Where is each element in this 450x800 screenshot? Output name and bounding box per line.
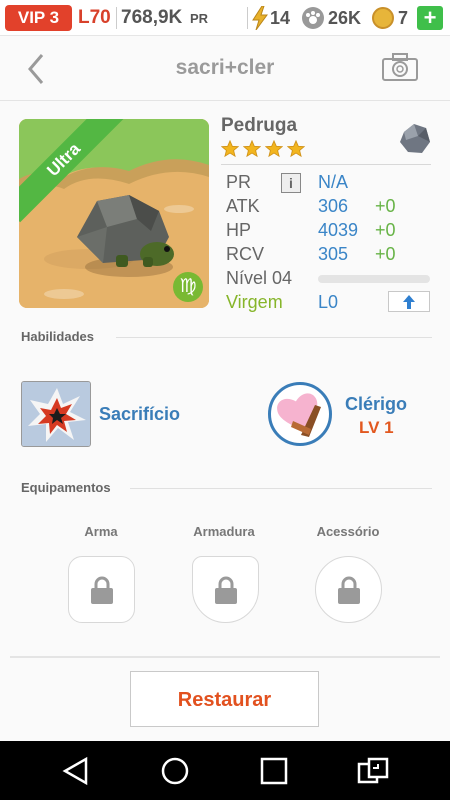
- switch-app-icon[interactable]: [356, 756, 390, 786]
- stat-atk-bonus: +0: [375, 196, 396, 216]
- divider: [130, 488, 432, 489]
- coin-icon: [372, 7, 394, 29]
- power-rating-value: 768,9K: [121, 7, 183, 28]
- heart-icon: [277, 393, 321, 437]
- star-icon: [265, 140, 283, 158]
- stat-rcv-label: RCV: [226, 244, 265, 264]
- class-name: Clérigo: [345, 394, 408, 414]
- page-title: sacri+cler: [175, 56, 275, 79]
- class-level: LV 1: [359, 418, 394, 437]
- vip-badge[interactable]: VIP 3: [5, 5, 72, 31]
- stat-hp-label: HP: [226, 220, 252, 240]
- stat-atk-row: ATK 306 +0: [226, 194, 432, 218]
- divider: [247, 7, 248, 29]
- weapon-slot-label: Arma: [84, 524, 118, 539]
- stat-hp-value: 4039: [318, 220, 359, 240]
- stat-pr-value: N/A: [318, 172, 349, 192]
- skill-name[interactable]: Sacrifício: [99, 404, 180, 425]
- sacrifice-skill-icon[interactable]: [21, 381, 91, 447]
- rarity-label: Ultra: [19, 119, 127, 223]
- power-rating-label: PR: [190, 11, 209, 26]
- stat-rcv-bonus: +0: [375, 244, 396, 264]
- level-label: Nível 04: [226, 268, 293, 288]
- info-icon[interactable]: i: [281, 173, 301, 193]
- stat-hp-row: HP 4039 +0: [226, 218, 432, 242]
- pet-portrait[interactable]: Ultra ♍: [19, 119, 209, 308]
- pet-name: Pedruga: [221, 115, 298, 136]
- paws-value: 26K: [328, 8, 362, 28]
- sign-label: Virgem: [226, 292, 283, 312]
- restore-button[interactable]: Restaurar: [130, 671, 319, 727]
- system-nav-bar: [0, 741, 450, 800]
- stat-rcv-row: RCV 305 +0: [226, 242, 432, 266]
- accessory-slot[interactable]: [315, 556, 382, 623]
- lock-icon: [338, 576, 360, 604]
- divider: [116, 337, 432, 338]
- star-icon: [243, 140, 261, 158]
- recents-square-icon[interactable]: [259, 756, 289, 786]
- cleric-class-icon[interactable]: [268, 382, 332, 446]
- armor-slot-label: Armadura: [193, 524, 255, 539]
- add-coins-button[interactable]: +: [417, 6, 443, 30]
- accessory-slot-label: Acessório: [316, 524, 380, 539]
- coins-value: 7: [398, 8, 409, 28]
- camera-icon[interactable]: [380, 51, 420, 83]
- stat-hp-bonus: +0: [375, 220, 396, 240]
- upgrade-button[interactable]: [388, 291, 430, 312]
- stat-rcv-value: 305: [318, 244, 349, 264]
- energy-value: 14: [270, 8, 291, 28]
- back-chevron-icon[interactable]: [20, 49, 56, 89]
- divider: [116, 7, 117, 29]
- lightning-icon: [252, 6, 268, 30]
- paw-icon: [302, 7, 324, 29]
- sign-level: L0: [318, 292, 339, 312]
- lock-icon: [215, 576, 237, 604]
- level-row: Nível 04: [226, 266, 432, 290]
- arrow-up-icon: [403, 295, 415, 309]
- armor-slot[interactable]: [192, 556, 259, 623]
- star-rating: [221, 140, 305, 158]
- explosion-icon: [22, 382, 90, 446]
- lock-icon: [91, 576, 113, 604]
- stat-pr-row: PR i N/A: [226, 170, 432, 194]
- back-triangle-icon[interactable]: [61, 756, 91, 786]
- home-circle-icon[interactable]: [160, 756, 190, 786]
- star-icon: [221, 140, 239, 158]
- divider: [221, 164, 431, 165]
- stat-atk-value: 306: [318, 196, 349, 216]
- virgo-sign-icon: ♍: [173, 272, 203, 302]
- abilities-heading: Habilidades: [21, 329, 94, 344]
- divider: [10, 656, 440, 658]
- level-progress-bar: [318, 275, 430, 283]
- page-header: sacri+cler: [0, 37, 450, 101]
- stat-pr-label: PR: [226, 172, 252, 192]
- currency-bar: VIP 3 L70 768,9K PR 14 26K 7 +: [0, 0, 450, 36]
- star-icon: [287, 140, 305, 158]
- sign-row: Virgem L0: [226, 290, 432, 314]
- weapon-slot[interactable]: [68, 556, 135, 623]
- stat-atk-label: ATK: [226, 196, 260, 216]
- equipment-heading: Equipamentos: [21, 480, 111, 495]
- player-level: L70: [78, 7, 111, 28]
- rarity-ribbon: Ultra: [19, 119, 129, 229]
- earth-element-icon: [400, 124, 430, 153]
